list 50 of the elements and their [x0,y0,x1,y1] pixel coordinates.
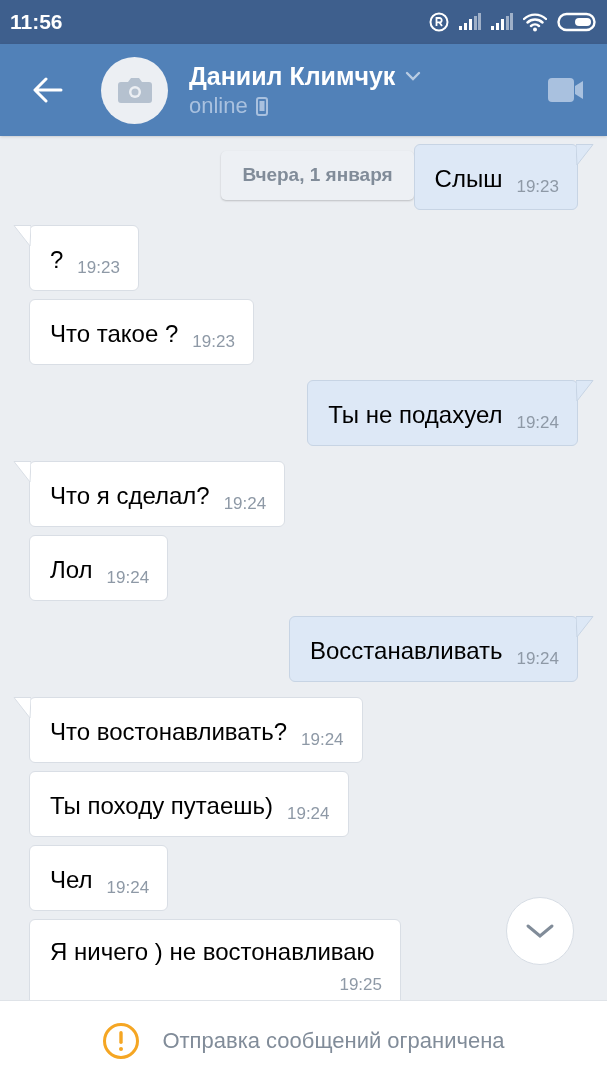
wifi-icon [523,12,547,32]
message-time: 19:23 [77,258,120,278]
message-time: 19:24 [106,878,150,898]
registered-icon [429,12,449,32]
message-time: 19:23 [192,332,235,352]
video-camera-icon [548,78,584,102]
message-time: 19:24 [516,413,559,433]
message-text: Что такое ? [50,319,179,349]
signal-icon [459,13,481,31]
message-time: 19:23 [516,177,559,197]
message-text: Ты походу путаешь) [50,791,273,821]
phone-icon [255,96,268,116]
message-time: 19:24 [223,494,267,514]
message-time: 19:24 [287,804,330,824]
outgoing-message[interactable]: Слыш 19:23 [413,144,578,210]
message-text: Что востонавливать? [50,717,287,747]
incoming-message[interactable]: Лол 19:24 [29,535,169,601]
outgoing-message[interactable]: Восстанавливать 19:24 [289,616,578,682]
message-time: 19:24 [301,730,344,750]
incoming-message[interactable]: Что востонавливать? 19:24 [29,697,363,763]
online-status: online [189,92,248,120]
contact-name[interactable]: Даниил Климчук [189,60,396,92]
incoming-message[interactable]: Чел 19:24 [29,845,169,911]
chevron-down-icon [525,923,555,939]
message-text: Что я сделал? [50,481,210,511]
incoming-message[interactable]: Что я сделал? 19:24 [29,461,286,527]
message-text: Чел [50,865,93,895]
battery-icon [557,12,597,32]
message-time: 19:24 [516,649,559,669]
outgoing-message[interactable]: Ты не подахуел 19:24 [307,380,578,446]
back-arrow-icon [33,77,63,103]
message-text: Слыш [434,164,503,194]
date-chip: Вчера, 1 января [221,151,414,200]
message-text: Восстанавливать [310,636,503,666]
incoming-message[interactable]: Ты походу путаешь) 19:24 [29,771,349,837]
camera-icon [117,77,152,103]
message-time: 19:25 [339,975,382,995]
status-time: 11:56 [10,9,63,36]
signal-icon [491,13,513,31]
chevron-down-icon[interactable] [405,71,422,81]
message-text: Я ничего ) не востонавливаю [50,937,375,967]
message-time: 19:24 [106,568,150,588]
message-text: Ты не подахуел [328,400,503,430]
incoming-message[interactable]: Что такое ? 19:23 [29,299,254,365]
restriction-notice: Отправка сообщений ограничена [162,1027,505,1055]
message-text: Лол [50,555,93,585]
incoming-message[interactable]: Я ничего ) не востонавливаю 19:25 [29,919,401,1000]
message-text: ? [50,245,64,275]
incoming-message[interactable]: ? 19:23 [29,225,139,291]
warning-icon [102,1021,141,1060]
